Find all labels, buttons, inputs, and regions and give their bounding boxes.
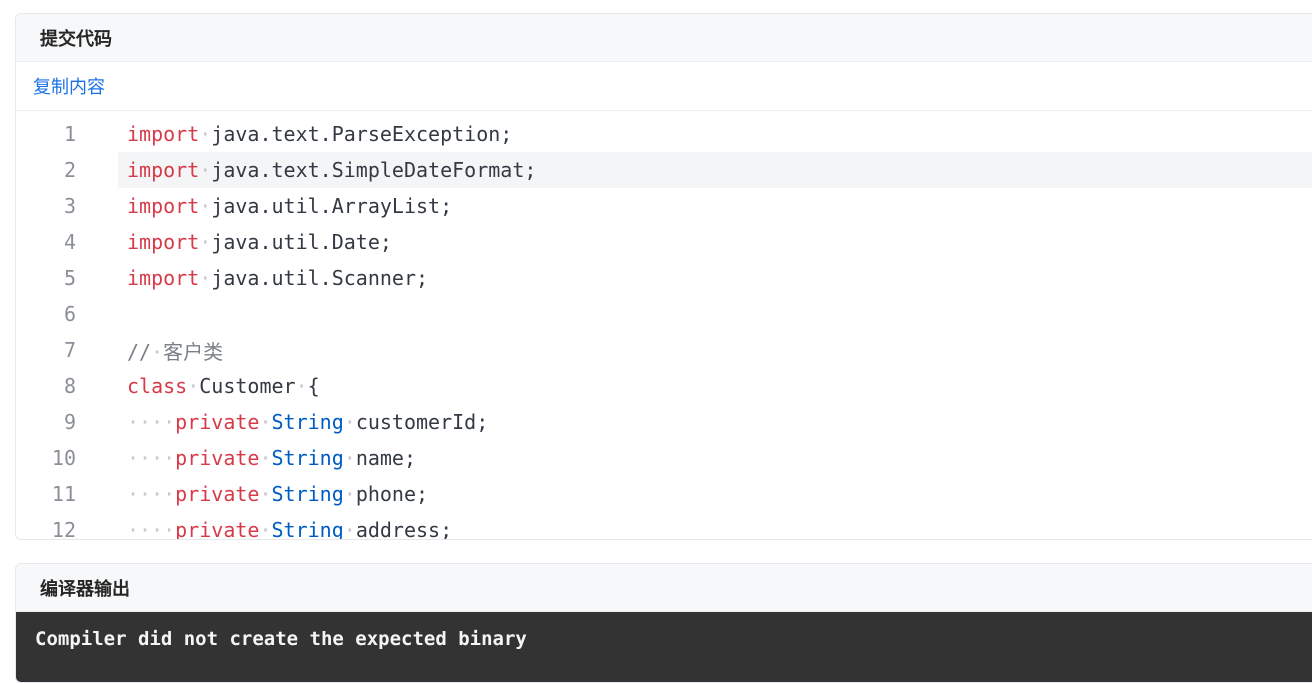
compiler-output-header: 编译器输出 xyxy=(16,564,1312,612)
code-text: import·java.text.ParseException; xyxy=(127,122,512,146)
line-number: 2 xyxy=(63,158,76,182)
code-token-type: String xyxy=(271,410,344,434)
code-token-ws: ···· xyxy=(127,446,176,470)
line-number: 11 xyxy=(51,482,76,506)
code-text: ····private·String·address; xyxy=(127,518,453,540)
code-token-ws: · xyxy=(259,410,272,434)
code-token-id: phone; xyxy=(355,482,429,506)
line-number: 6 xyxy=(63,302,76,326)
code-line: 1 import·java.text.ParseException; xyxy=(16,116,1312,152)
code-text: class·Customer·{ xyxy=(127,374,320,398)
code-token-ws: · xyxy=(259,482,272,506)
code-token-ws: · xyxy=(343,482,356,506)
submit-code-header: 提交代码 xyxy=(16,14,1312,62)
code-token-id: Customer xyxy=(199,374,296,398)
code-toolbar: 复制内容 xyxy=(16,62,1312,111)
line-number: 4 xyxy=(63,230,76,254)
code-text: import·java.util.ArrayList; xyxy=(127,194,452,218)
compiler-output-panel: 编译器输出 Compiler did not create the expect… xyxy=(15,563,1312,683)
line-number: 3 xyxy=(63,194,76,218)
code-line: 10 ····private·String·name; xyxy=(16,440,1312,476)
code-token-comment: // xyxy=(127,339,152,364)
code-token-kw: import xyxy=(127,122,200,146)
code-line: 5 import·java.util.Scanner; xyxy=(16,260,1312,296)
compiler-output-body: Compiler did not create the expected bin… xyxy=(16,612,1312,682)
code-text: //·客户类 xyxy=(127,336,223,365)
code-token-kw: private xyxy=(175,410,260,434)
code-token-kw: private xyxy=(175,518,260,540)
code-token-ws: · xyxy=(295,374,308,398)
code-token-kw: class xyxy=(127,374,188,398)
line-number: 7 xyxy=(63,338,76,362)
line-number: 8 xyxy=(63,374,76,398)
code-token-ws: · xyxy=(199,266,212,290)
code-token-comment: 客户类 xyxy=(163,339,224,364)
compiler-output-message: Compiler did not create the expected bin… xyxy=(35,628,527,650)
code-token-kw: import xyxy=(127,158,200,182)
code-line: 7 //·客户类 xyxy=(16,332,1312,368)
code-token-type: String xyxy=(271,518,344,540)
code-token-ws: ···· xyxy=(127,482,176,506)
code-token-kw: private xyxy=(175,446,260,470)
code-token-ws: · xyxy=(343,410,356,434)
code-viewer[interactable]: 1 import·java.text.ParseException; 2 import… xyxy=(16,111,1312,540)
code-token-ws: ···· xyxy=(127,518,176,540)
code-token-id: address; xyxy=(355,518,453,540)
line-number: 5 xyxy=(63,266,76,290)
code-token-id: java.util.Scanner; xyxy=(211,266,429,290)
code-text: import·java.util.Scanner; xyxy=(127,266,428,290)
code-token-kw: import xyxy=(127,266,200,290)
code-text: ····private·String·phone; xyxy=(127,482,428,506)
line-number: 12 xyxy=(51,518,76,540)
code-text: import·java.text.SimpleDateFormat; xyxy=(127,158,536,182)
code-token-id: java.text.SimpleDateFormat; xyxy=(211,158,537,182)
code-token-id: java.util.Date; xyxy=(211,230,392,254)
code-token-ws: · xyxy=(259,518,272,540)
code-line: 6 xyxy=(16,296,1312,332)
code-token-id: customerId; xyxy=(355,410,489,434)
code-token-id: { xyxy=(307,374,320,398)
code-line: 11 ····private·String·phone; xyxy=(16,476,1312,512)
code-token-ws: · xyxy=(199,122,212,146)
copy-content-link[interactable]: 复制内容 xyxy=(33,73,105,99)
code-token-ws: · xyxy=(151,339,164,364)
submit-code-panel: 提交代码 复制内容 1 import·java.text.ParseExcepti… xyxy=(15,13,1312,540)
code-line: 9 ····private·String·customerId; xyxy=(16,404,1312,440)
code-token-id: java.text.ParseException; xyxy=(211,122,513,146)
code-text: import·java.util.Date; xyxy=(127,230,392,254)
code-token-type: String xyxy=(271,482,344,506)
code-token-id: java.util.ArrayList; xyxy=(211,194,453,218)
code-token-kw: import xyxy=(127,230,200,254)
code-token-kw: import xyxy=(127,194,200,218)
code-token-ws: · xyxy=(199,158,212,182)
submit-code-title: 提交代码 xyxy=(40,28,112,50)
code-line: 2 import·java.text.SimpleDateFormat; xyxy=(16,152,1312,188)
line-number: 10 xyxy=(51,446,76,470)
code-token-kw: private xyxy=(175,482,260,506)
code-line: 4 import·java.util.Date; xyxy=(16,224,1312,260)
code-token-id: name; xyxy=(355,446,417,470)
code-token-ws: · xyxy=(259,446,272,470)
code-token-ws: · xyxy=(199,194,212,218)
line-number: 1 xyxy=(63,122,76,146)
code-line: 3 import·java.util.ArrayList; xyxy=(16,188,1312,224)
code-line: 8 class·Customer·{ xyxy=(16,368,1312,404)
code-token-ws: · xyxy=(199,230,212,254)
compiler-output-title: 编译器输出 xyxy=(40,578,130,600)
code-text: ····private·String·name; xyxy=(127,446,416,470)
code-token-type: String xyxy=(271,446,344,470)
line-number: 9 xyxy=(63,410,76,434)
code-token-ws: · xyxy=(187,374,200,398)
code-token-ws: · xyxy=(343,518,356,540)
code-token-ws: · xyxy=(343,446,356,470)
code-line: 12 ····private·String·address; xyxy=(16,512,1312,540)
code-text: ····private·String·customerId; xyxy=(127,410,488,434)
code-token-ws: ···· xyxy=(127,410,176,434)
